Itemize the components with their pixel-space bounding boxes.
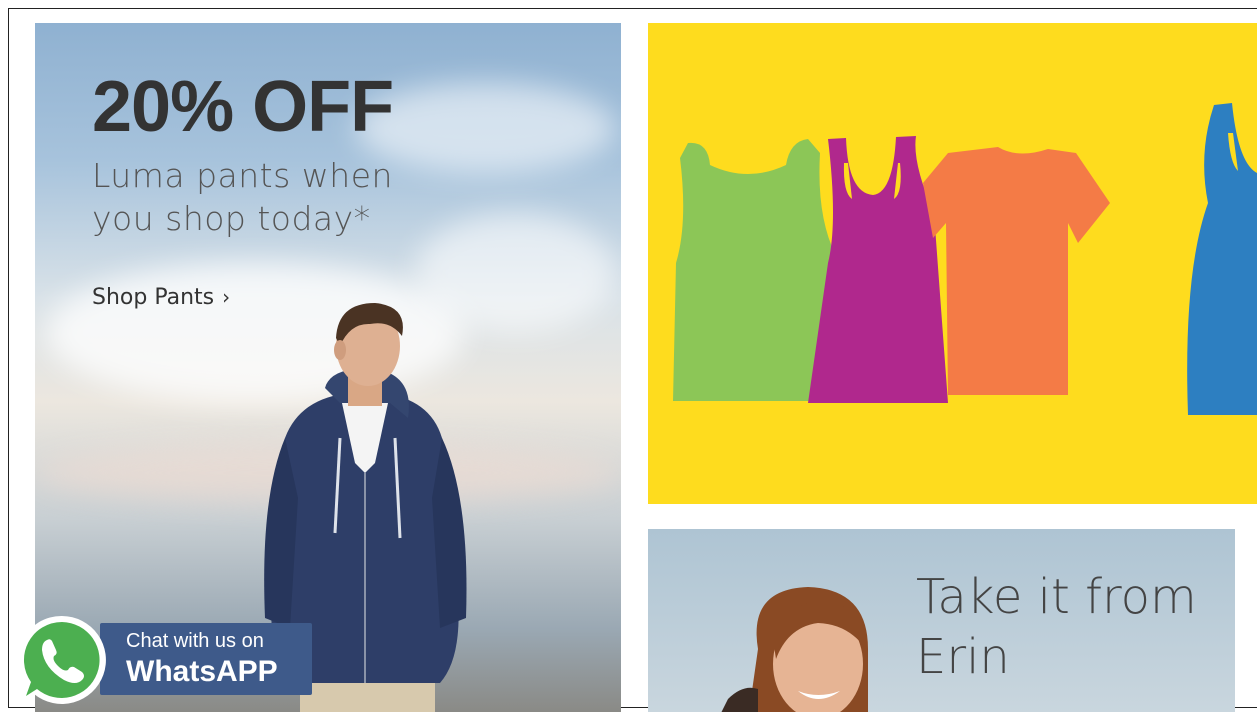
promo-subtext-line2: you shop today* [92, 198, 371, 238]
shop-pants-label: Shop Pants [92, 285, 215, 310]
chevron-right-icon: › [222, 285, 231, 309]
erin-promo-banner[interactable]: Take it from Erin [648, 529, 1235, 712]
erin-title-line2: Erin [916, 629, 1010, 685]
erin-promo-title: Take it from Erin [916, 567, 1216, 687]
tees-promo-banner[interactable] [648, 23, 1257, 504]
promo-subtext: Luma pants when you shop today* [92, 155, 432, 241]
shop-pants-link[interactable]: Shop Pants › [92, 287, 230, 309]
model-woman-image [721, 587, 868, 712]
promo-subtext-line1: Luma pants when [92, 156, 393, 195]
whatsapp-icon [17, 615, 106, 704]
erin-title-line1: Take it from [916, 569, 1197, 625]
colorful-tees-image [673, 103, 1257, 415]
whatsapp-label-box: Chat with us on WhatsAPP [100, 623, 312, 695]
promo-headline: 20% OFF [92, 67, 394, 147]
whatsapp-line2: WhatsAPP [126, 655, 278, 688]
whatsapp-line1: Chat with us on [126, 630, 264, 652]
pants-promo-banner[interactable]: 20% OFF Luma pants when you shop today* … [35, 23, 621, 712]
whatsapp-chat-widget[interactable]: Chat with us on WhatsAPP [12, 610, 322, 710]
